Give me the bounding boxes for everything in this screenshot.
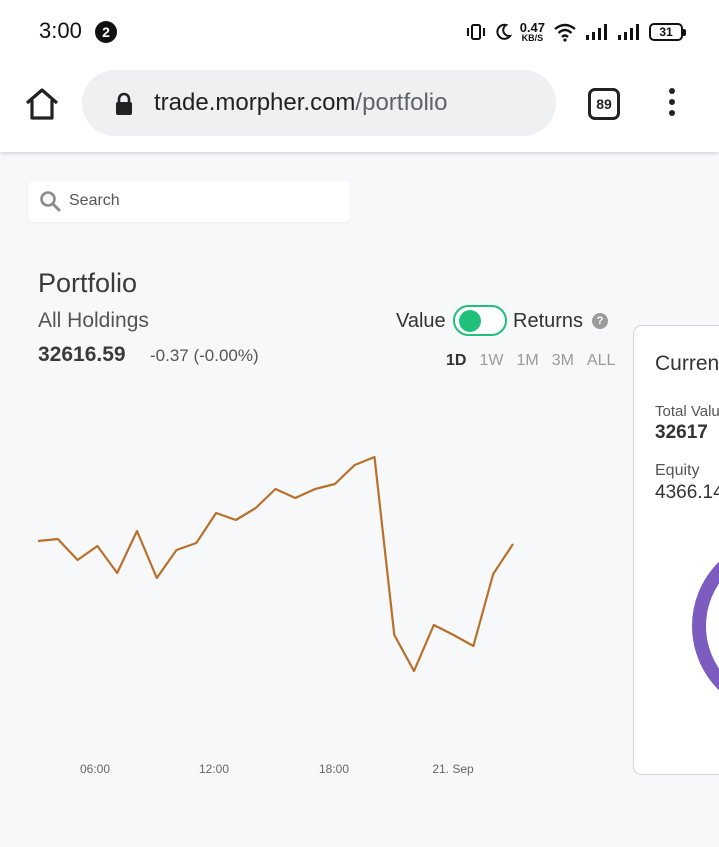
- do-not-disturb-moon-icon: [496, 23, 512, 40]
- holdings-label: All Holdings: [38, 309, 149, 332]
- range-tab-1w[interactable]: 1W: [479, 352, 503, 370]
- panel-total-label: Total Valu: [655, 403, 719, 420]
- x-tick-label: 21. Sep: [432, 762, 474, 776]
- lock-icon[interactable]: [114, 92, 134, 116]
- search-icon: [40, 191, 61, 212]
- url-text[interactable]: trade.morpher.com/portfolio: [154, 89, 447, 117]
- battery-indicator: 31: [649, 23, 686, 41]
- x-tick-label: 06:00: [80, 762, 110, 776]
- status-icons: 0.47 KB/S 31: [466, 18, 686, 46]
- range-tab-3m[interactable]: 3M: [552, 352, 574, 370]
- toggle-value-label[interactable]: Value: [396, 310, 446, 333]
- search-placeholder: Search: [69, 192, 120, 209]
- help-icon[interactable]: ?: [592, 313, 608, 329]
- range-tab-1m[interactable]: 1M: [516, 352, 538, 370]
- url-domain: trade.morpher.com: [154, 89, 356, 116]
- wifi-icon: [554, 23, 576, 42]
- toggle-knob: [459, 310, 481, 332]
- notification-count-badge: 2: [95, 21, 117, 43]
- page-title: Portfolio: [38, 268, 138, 298]
- more-options-icon[interactable]: [664, 88, 680, 120]
- toggle-returns-label[interactable]: Returns: [513, 310, 583, 333]
- network-speed-value: 0.47: [519, 19, 545, 35]
- allocation-donut-chart[interactable]: [692, 536, 719, 716]
- search-input[interactable]: Search: [28, 181, 350, 222]
- address-bar[interactable]: trade.morpher.com/portfolio: [82, 70, 556, 136]
- current-holdings-panel: Curren Total Valu 32617 Equity 4366.14: [633, 325, 719, 775]
- x-tick-label: 18:00: [319, 762, 349, 776]
- portfolio-change: -0.37 (-0.00%): [150, 346, 259, 365]
- range-tab-1d[interactable]: 1D: [446, 352, 466, 370]
- portfolio-value-chart[interactable]: 06:00 12:00 18:00 21. Sep: [0, 380, 620, 790]
- portfolio-value: 32616.59: [38, 343, 126, 366]
- x-tick-label: 12:00: [199, 762, 229, 776]
- signal-icon-sim2: [618, 24, 639, 40]
- status-bar: 3:00 2 0.47 KB/S 31: [0, 0, 719, 62]
- vibrate-icon: [466, 24, 485, 40]
- panel-title: Curren: [655, 352, 719, 375]
- url-path: /portfolio: [355, 89, 448, 116]
- network-speed: 0.47 KB/S: [519, 19, 545, 43]
- browser-toolbar: trade.morpher.com/portfolio 89: [0, 62, 719, 152]
- chart-series-line: [37, 455, 514, 673]
- home-icon[interactable]: [22, 84, 62, 124]
- panel-total-value: 32617: [655, 422, 708, 443]
- status-time: 3:00: [39, 18, 82, 43]
- range-tabs: 1D 1W 1M 3M ALL: [446, 352, 615, 370]
- panel-equity-value: 4366.14: [655, 482, 719, 503]
- value-returns-toggle[interactable]: [453, 305, 507, 336]
- signal-icon-sim1: [586, 24, 607, 40]
- tab-switcher-button[interactable]: 89: [588, 88, 620, 120]
- range-tab-all[interactable]: ALL: [587, 352, 615, 370]
- panel-equity-label: Equity: [655, 462, 700, 479]
- network-speed-unit: KB/S: [521, 32, 544, 43]
